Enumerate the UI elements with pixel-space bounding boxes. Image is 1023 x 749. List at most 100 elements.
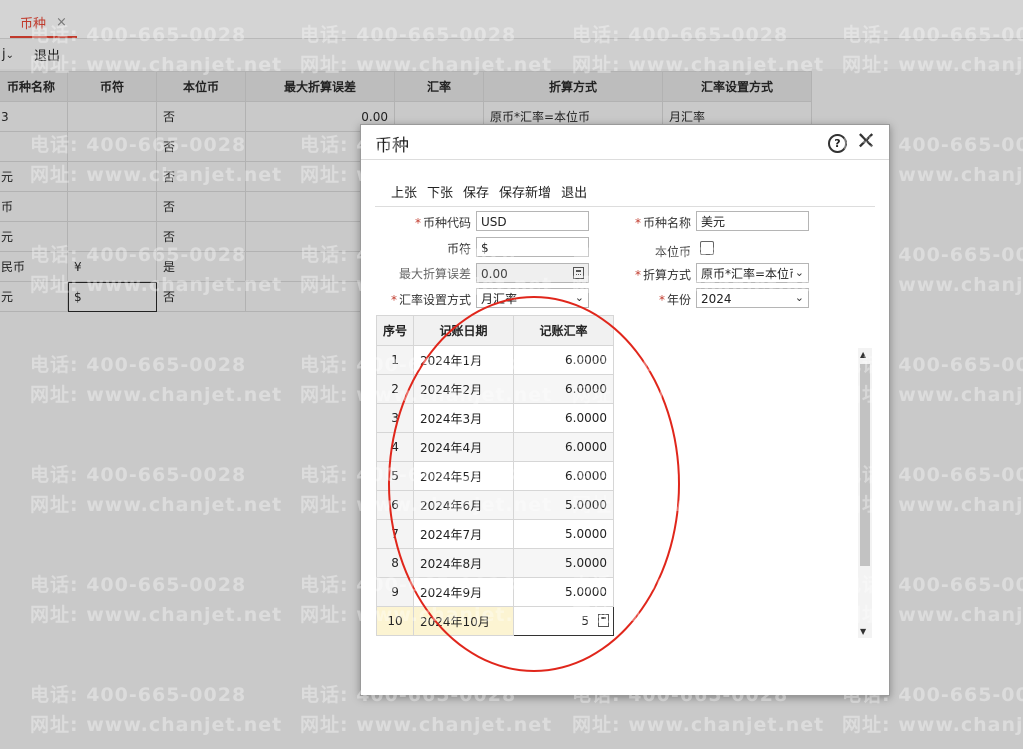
- table-cell[interactable]: 否: [156, 281, 246, 312]
- base-currency-checkbox[interactable]: [700, 241, 714, 255]
- column-header[interactable]: 记账汇率: [513, 315, 615, 346]
- table-cell[interactable]: 否: [156, 101, 246, 132]
- currency-symbol-input[interactable]: $: [476, 237, 589, 257]
- column-header[interactable]: 本位币: [156, 71, 246, 102]
- toolbar-dropdown-button[interactable]: j⌄: [2, 47, 14, 62]
- column-header[interactable]: 最大折算误差: [245, 71, 395, 102]
- table-cell[interactable]: 3: [0, 101, 68, 132]
- next-record-button[interactable]: 下张: [427, 182, 453, 201]
- period-cell[interactable]: 2024年8月: [413, 548, 515, 578]
- table-row[interactable]: 2 2024年2月 6.0000: [375, 374, 615, 404]
- table-cell[interactable]: [67, 161, 157, 192]
- table-cell[interactable]: [67, 101, 157, 132]
- table-cell[interactable]: [67, 131, 157, 162]
- exit-button[interactable]: 退出: [34, 45, 60, 64]
- monthly-rate-table: 序号 记账日期 记账汇率 1 2024年1月 6.0000 2 2024年2月 …: [375, 315, 615, 636]
- column-header[interactable]: 币种名称: [0, 71, 68, 102]
- table-cell-selected[interactable]: $: [67, 281, 157, 312]
- rate-cell[interactable]: 5.0000: [513, 519, 615, 549]
- row-index: 3: [375, 403, 415, 433]
- column-header[interactable]: 序号: [375, 315, 415, 346]
- column-header[interactable]: 汇率设置方式: [662, 71, 812, 102]
- rate-cell[interactable]: 6.0000: [513, 432, 615, 462]
- period-cell[interactable]: 2024年6月: [413, 490, 515, 520]
- dialog-exit-button[interactable]: 退出: [561, 182, 587, 201]
- table-row[interactable]: 4 2024年4月 6.0000: [375, 432, 615, 462]
- dialog-title: 币种: [375, 136, 409, 156]
- period-cell[interactable]: 2024年5月: [413, 461, 515, 491]
- rate-cell-editing[interactable]: 5: [513, 606, 615, 636]
- scrollbar-thumb[interactable]: [860, 364, 870, 566]
- column-header[interactable]: 记账日期: [413, 315, 515, 346]
- period-cell[interactable]: 2024年2月: [413, 374, 515, 404]
- table-cell[interactable]: 否: [156, 161, 246, 192]
- calculator-icon[interactable]: [598, 614, 610, 627]
- table-cell[interactable]: 否: [156, 131, 246, 162]
- table-cell[interactable]: 元: [0, 221, 68, 252]
- period-cell[interactable]: 2024年4月: [413, 432, 515, 462]
- watermark-text: 电话: 400-665-0028: [30, 354, 247, 376]
- rate-cell[interactable]: 6.0000: [513, 345, 615, 375]
- tab-close-icon[interactable]: ×: [56, 15, 67, 30]
- watermark-text: 网址: www.chanjet.net: [30, 714, 283, 736]
- table-row[interactable]: 5 2024年5月 6.0000: [375, 461, 615, 491]
- rate-cell[interactable]: 5.0000: [513, 548, 615, 578]
- table-cell[interactable]: 否: [156, 191, 246, 222]
- rate-cell[interactable]: 6.0000: [513, 374, 615, 404]
- currency-name-input[interactable]: 美元: [696, 211, 809, 231]
- table-cell[interactable]: 民币: [0, 251, 68, 282]
- table-cell[interactable]: 元: [0, 281, 68, 312]
- scroll-up-icon[interactable]: ▲: [860, 350, 866, 359]
- grid-scrollbar[interactable]: ▲ ▼: [858, 348, 872, 638]
- table-cell[interactable]: 否: [156, 221, 246, 252]
- row-index: 10: [375, 606, 415, 636]
- scroll-down-icon[interactable]: ▼: [860, 627, 866, 636]
- currency-name-label: * 币种名称: [634, 216, 691, 230]
- save-button[interactable]: 保存: [463, 182, 489, 201]
- period-cell[interactable]: 2024年3月: [413, 403, 515, 433]
- column-header[interactable]: 币符: [67, 71, 157, 102]
- table-cell[interactable]: 元: [0, 161, 68, 192]
- rate-cell[interactable]: 6.0000: [513, 403, 615, 433]
- table-cell[interactable]: [67, 191, 157, 222]
- table-row[interactable]: 3 2024年3月 6.0000: [375, 403, 615, 433]
- table-row[interactable]: 6 2024年6月 5.0000: [375, 490, 615, 520]
- table-row[interactable]: 1 2024年1月 6.0000: [375, 345, 615, 375]
- save-and-new-button[interactable]: 保存新增: [499, 182, 551, 201]
- table-cell[interactable]: ¥: [67, 251, 157, 282]
- currency-code-input[interactable]: USD: [476, 211, 589, 231]
- tab-currency[interactable]: 币种 ×: [10, 8, 77, 38]
- period-cell[interactable]: 2024年1月: [413, 345, 515, 375]
- close-icon[interactable]: ✕: [856, 129, 876, 153]
- year-select[interactable]: 2024 ⌄: [696, 288, 809, 308]
- table-row[interactable]: 8 2024年8月 5.0000: [375, 548, 615, 578]
- rate-cell[interactable]: 6.0000: [513, 461, 615, 491]
- calculator-icon[interactable]: [573, 267, 584, 279]
- period-cell[interactable]: 2024年7月: [413, 519, 515, 549]
- table-cell[interactable]: [0, 131, 68, 162]
- column-header[interactable]: 汇率: [394, 71, 484, 102]
- year-value: 2024: [701, 292, 732, 306]
- column-header[interactable]: 折算方式: [483, 71, 663, 102]
- dialog-toolbar: 上张 下张 保存 保存新增 退出: [391, 182, 587, 201]
- rate-cell[interactable]: 5.0000: [513, 490, 615, 520]
- table-cell[interactable]: 币: [0, 191, 68, 222]
- year-label: * 年份: [658, 293, 691, 307]
- rate-mode-select[interactable]: 月汇率 ⌄: [476, 288, 589, 308]
- table-row[interactable]: 7 2024年7月 5.0000: [375, 519, 615, 549]
- table-cell[interactable]: [67, 221, 157, 252]
- rate-cell[interactable]: 5.0000: [513, 577, 615, 607]
- conversion-method-value: 原币*汇率=本位币: [701, 267, 802, 281]
- max-error-input[interactable]: 0.00: [476, 263, 589, 283]
- help-icon[interactable]: ?: [828, 134, 847, 153]
- rate-edit-value[interactable]: 5: [581, 614, 589, 628]
- table-cell[interactable]: 是: [156, 251, 246, 282]
- table-row-current[interactable]: 10 2024年10月 5: [375, 606, 615, 636]
- period-cell[interactable]: 2024年10月: [413, 606, 515, 636]
- max-error-label: 最大折算误差: [398, 267, 471, 281]
- conversion-method-select[interactable]: 原币*汇率=本位币 ⌄: [696, 263, 809, 283]
- prev-record-button[interactable]: 上张: [391, 182, 417, 201]
- period-cell[interactable]: 2024年9月: [413, 577, 515, 607]
- table-row[interactable]: 9 2024年9月 5.0000: [375, 577, 615, 607]
- watermark-text: 电话: 400-665-0028: [30, 684, 247, 706]
